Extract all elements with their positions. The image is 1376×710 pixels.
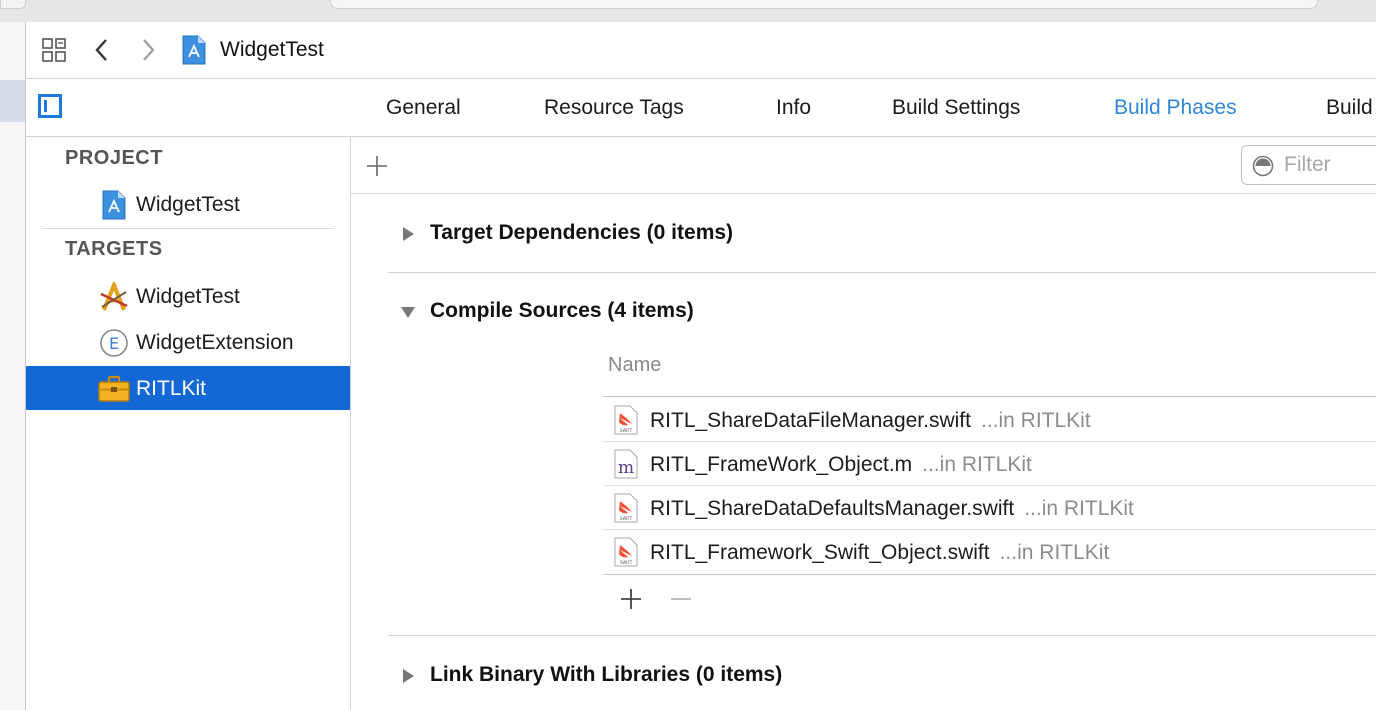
editor-tab-bar: General Resource Tags Info Build Setting…: [26, 79, 1376, 137]
tab-info[interactable]: Info: [776, 96, 811, 120]
source-file-row[interactable]: m RITL_FrameWork_Object.m ...in RITLKit: [603, 442, 1376, 486]
target-item-label: RITLKit: [136, 377, 207, 400]
editor-toolbar: [351, 137, 1376, 194]
toolbox-icon: [98, 374, 130, 404]
jump-bar: WidgetTest: [26, 22, 1376, 79]
target-item-widgetextension[interactable]: E WidgetExtension: [26, 320, 350, 364]
swift-file-icon: SWIFT: [614, 537, 638, 567]
svg-text:E: E: [109, 334, 119, 353]
source-file-row[interactable]: SWIFT RITL_Framework_Swift_Object.swift.…: [603, 530, 1376, 574]
project-file-button[interactable]: [180, 35, 208, 65]
svg-text:SWIFT: SWIFT: [620, 516, 633, 521]
objc-file-icon: m: [614, 449, 638, 479]
navigator-edge: [0, 22, 26, 710]
extension-icon: E: [98, 328, 130, 358]
file-name: RITL_FrameWork_Object.m: [650, 453, 913, 476]
disclosure-triangle-right-icon[interactable]: [400, 226, 416, 242]
project-targets-list: PROJECT WidgetTest TARGETS WidgetTest E …: [26, 137, 351, 710]
filter-field[interactable]: [1241, 145, 1376, 185]
name-column-header[interactable]: Name: [608, 354, 661, 377]
build-phases-editor: Target Dependencies (0 items) Compile So…: [351, 137, 1376, 710]
phase-compile-sources[interactable]: Compile Sources (4 items): [388, 292, 1376, 332]
chevron-right-icon: [143, 39, 155, 61]
files-list-bottom-border: [603, 574, 1376, 575]
phase-link-binary[interactable]: Link Binary With Libraries (0 items): [388, 656, 1376, 696]
targets-section-header: TARGETS: [65, 238, 163, 260]
window-tab-left[interactable]: [0, 0, 26, 9]
related-items-button[interactable]: [40, 36, 68, 64]
project-section-header: PROJECT: [65, 147, 163, 169]
navigator-selection-band: [0, 80, 25, 122]
phase-title: Link Binary With Libraries (0 items): [430, 663, 783, 686]
plus-icon: [367, 156, 387, 176]
source-file-row[interactable]: SWIFT RITL_ShareDataFileManager.swift...…: [603, 398, 1376, 442]
file-name: RITL_ShareDataDefaultsManager.swift: [650, 497, 1015, 520]
window-tab-center[interactable]: [330, 0, 1318, 9]
project-item-label: WidgetTest: [136, 193, 240, 216]
phase-divider: [388, 272, 1376, 273]
swift-file-icon: SWIFT: [614, 405, 638, 435]
tab-general[interactable]: General: [386, 96, 461, 120]
add-source-file-button[interactable]: [619, 587, 643, 611]
filter-input[interactable]: [1284, 153, 1376, 177]
tab-build-settings[interactable]: Build Settings: [892, 96, 1020, 120]
disclosure-triangle-down-icon[interactable]: [400, 304, 416, 320]
swift-file-icon: SWIFT: [614, 493, 638, 523]
phase-title: Target Dependencies (0 items): [430, 221, 734, 244]
filter-icon: [1252, 155, 1274, 177]
svg-text:m: m: [618, 458, 634, 478]
target-item-label: WidgetExtension: [136, 331, 294, 354]
phase-title: Compile Sources (4 items): [430, 299, 694, 322]
tab-resource-tags[interactable]: Resource Tags: [544, 96, 684, 120]
app-target-icon: [98, 282, 130, 312]
window-top-strip: [0, 0, 1376, 23]
section-divider: [42, 228, 334, 229]
remove-source-file-button[interactable]: [669, 587, 693, 611]
disclosure-triangle-right-icon[interactable]: [400, 668, 416, 684]
target-item-ritlkit[interactable]: RITLKit: [26, 366, 350, 410]
tab-build-rules[interactable]: Build: [1326, 96, 1373, 120]
svg-text:SWIFT: SWIFT: [620, 560, 633, 565]
breadcrumb-title[interactable]: WidgetTest: [220, 38, 324, 62]
file-location: ...in RITLKit: [1024, 497, 1134, 520]
minus-icon: [671, 598, 691, 600]
project-file-icon: [182, 35, 206, 65]
add-build-phase-button[interactable]: [365, 154, 389, 178]
project-file-icon: [98, 190, 130, 220]
chevron-left-icon: [95, 39, 107, 61]
back-button[interactable]: [88, 36, 116, 64]
source-file-row[interactable]: SWIFT RITL_ShareDataDefaultsManager.swif…: [603, 486, 1376, 530]
project-item-widgettest[interactable]: WidgetTest: [26, 182, 350, 226]
target-item-widgettest[interactable]: WidgetTest: [26, 274, 350, 318]
file-location: ...in RITLKit: [999, 541, 1110, 564]
grid-icon: [42, 38, 66, 62]
svg-text:SWIFT: SWIFT: [620, 428, 633, 433]
header-divider: [603, 396, 1376, 397]
plus-icon: [621, 589, 641, 609]
file-name: RITL_ShareDataFileManager.swift: [650, 409, 971, 432]
phase-target-dependencies[interactable]: Target Dependencies (0 items): [388, 214, 1376, 254]
phase-divider: [388, 635, 1376, 636]
sidebar-toggle-icon[interactable]: [38, 94, 62, 118]
file-location: ...in RITLKit: [922, 453, 1032, 476]
file-location: ...in RITLKit: [980, 409, 1091, 432]
tab-build-phases[interactable]: Build Phases: [1114, 96, 1237, 120]
forward-button[interactable]: [134, 36, 162, 64]
file-name: RITL_Framework_Swift_Object.swift: [650, 541, 990, 564]
target-item-label: WidgetTest: [136, 285, 240, 308]
